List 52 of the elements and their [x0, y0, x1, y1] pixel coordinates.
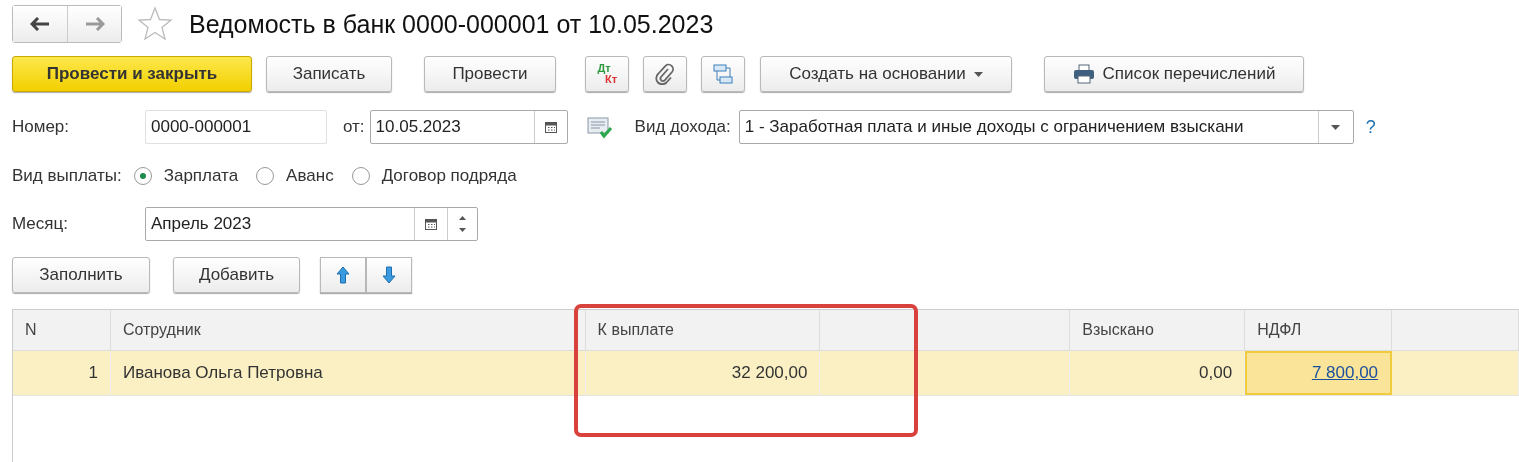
document-check-icon[interactable]	[586, 115, 613, 139]
column-header[interactable]: К выплате	[597, 321, 674, 339]
help-link[interactable]: ?	[1365, 116, 1376, 138]
table-cell: 1	[88, 363, 98, 383]
caret-icon	[1331, 124, 1341, 130]
table-row[interactable]: 1 Иванова Ольга Петровна 32 200,00 0,00 7 800,00	[13, 351, 1519, 396]
paperclip-icon	[655, 63, 675, 85]
post-and-close-button[interactable]: Провести и закрыть	[12, 56, 252, 92]
toolbar-button[interactable]: Провести	[424, 56, 556, 92]
table-cell: 32 200,00	[731, 363, 808, 383]
calendar-icon	[425, 218, 437, 230]
income-type-dropdown[interactable]: 1 - Заработная плата и иные доходы с ограничением взыскани	[738, 110, 1354, 144]
structure-icon	[712, 63, 734, 85]
up-arrow-icon	[336, 266, 350, 284]
month-label: Месяц:	[12, 214, 69, 234]
number-field[interactable]: 0000-000001	[145, 110, 327, 144]
forward-arrow-icon	[84, 17, 105, 31]
move-down-button[interactable]	[366, 257, 412, 293]
table-cell: 0,00	[1199, 363, 1233, 383]
table-cell: Иванова Ольга Петровна	[122, 363, 323, 383]
column-header[interactable]: Сотрудник	[122, 321, 201, 339]
column-header[interactable]: НДФЛ	[1257, 321, 1302, 339]
radio-option[interactable]: Зарплата	[133, 166, 239, 186]
star-icon[interactable]	[137, 6, 173, 42]
down-caret-icon	[459, 228, 466, 232]
up-caret-icon	[459, 216, 466, 220]
column-header[interactable]: N	[25, 321, 37, 339]
window-title: Ведомость в банк 0000-000001 от 10.05.2023	[189, 9, 714, 39]
date-field[interactable]: 10.05.2023	[369, 110, 568, 144]
number-label: Номер:	[12, 117, 71, 137]
date-label: от:	[343, 117, 365, 137]
printer-icon	[1072, 64, 1095, 84]
dt-kt-button[interactable]: Дт Кт	[585, 56, 629, 92]
calendar-icon	[544, 121, 557, 133]
create-based-on-button[interactable]: Создать на основании	[760, 56, 1012, 92]
attach-button[interactable]	[643, 56, 687, 92]
back-button[interactable]	[13, 6, 67, 42]
month-field[interactable]: Апрель 2023	[145, 207, 478, 241]
caret-icon	[973, 71, 983, 77]
toolbar-button[interactable]: Записать	[266, 56, 392, 92]
table-button[interactable]: Заполнить	[12, 257, 150, 293]
radio-option[interactable]: Аванс	[256, 166, 334, 186]
payment-type-label: Вид выплаты:	[12, 166, 122, 186]
radio-option[interactable]: Договор подряда	[351, 166, 517, 186]
down-arrow-icon	[382, 266, 396, 284]
back-arrow-icon	[30, 17, 50, 31]
move-up-button[interactable]	[320, 257, 366, 293]
print-button[interactable]: Список перечислений	[1044, 56, 1304, 92]
income-type-label: Вид дохода:	[634, 117, 731, 137]
column-header[interactable]: Взыскано	[1082, 321, 1154, 339]
table-button[interactable]: Добавить	[173, 257, 300, 293]
structure-button[interactable]	[701, 56, 745, 92]
